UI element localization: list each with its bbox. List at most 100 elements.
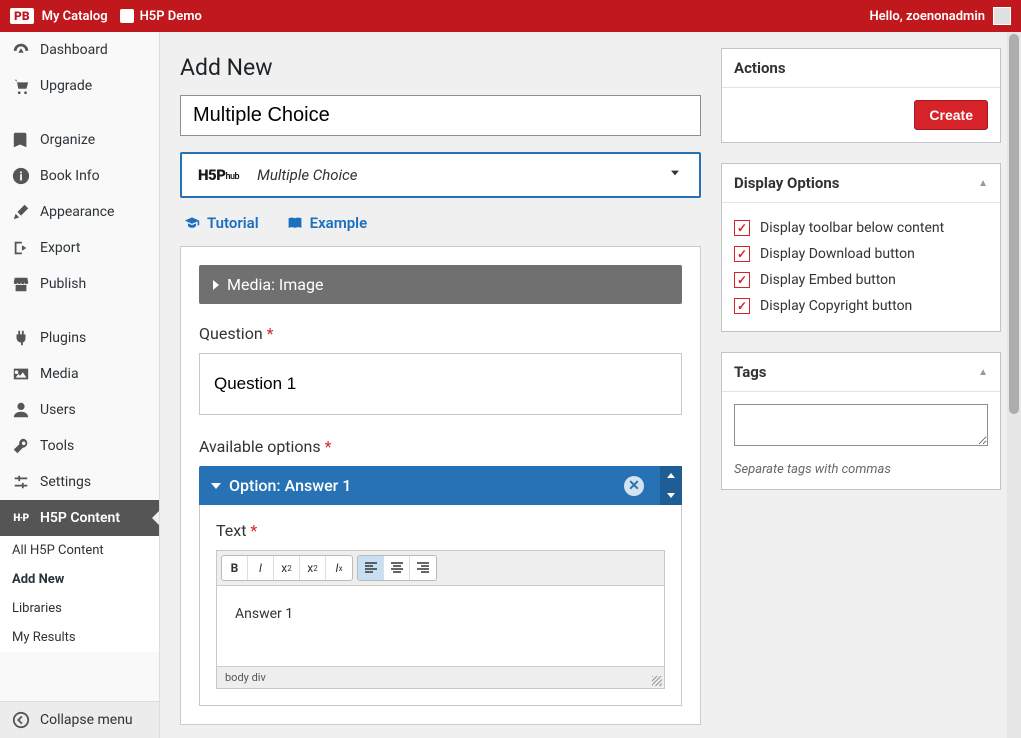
collapse-menu-button[interactable]: Collapse menu <box>0 701 159 738</box>
align-left-button[interactable] <box>358 556 384 580</box>
tutorial-link[interactable]: Tutorial <box>184 214 259 232</box>
content-title-input[interactable] <box>180 95 701 136</box>
collapse-label: Collapse menu <box>40 712 133 728</box>
sidebar-item-media[interactable]: Media <box>0 356 159 392</box>
subscript-button[interactable]: x2 <box>274 556 300 580</box>
display-option-label: Display Embed button <box>760 272 896 288</box>
greeting-text[interactable]: Hello, zoenonadmin <box>869 9 985 24</box>
example-link[interactable]: Example <box>287 214 368 232</box>
gauge-icon <box>12 41 30 59</box>
sidebar-subitem[interactable]: All H5P Content <box>0 536 159 565</box>
media-section-toggle[interactable]: Media: Image <box>199 265 682 304</box>
pb-logo[interactable]: PB <box>10 8 34 24</box>
hub-selected-type: Multiple Choice <box>257 166 357 184</box>
actions-heading: Actions <box>722 49 1000 88</box>
sidebar-item-label: Users <box>40 402 76 418</box>
sidebar-item-label: Publish <box>40 276 86 292</box>
collapse-icon <box>12 711 30 729</box>
italic-button[interactable]: I <box>248 556 274 580</box>
display-option-row: ✓ Display toolbar below content <box>734 215 988 241</box>
h5p-hub-logo: H5Phub <box>198 166 239 184</box>
sidebar-subitem[interactable]: My Results <box>0 623 159 652</box>
plug-icon <box>12 329 30 347</box>
tags-heading[interactable]: Tags ▲ <box>722 353 1000 392</box>
resize-handle[interactable] <box>652 676 662 686</box>
superscript-button[interactable]: x2 <box>300 556 326 580</box>
remove-option-button[interactable]: ✕ <box>624 476 644 496</box>
editor-content-area[interactable]: Answer 1 <box>217 586 664 666</box>
sidebar-subitem[interactable]: Add New <box>0 565 159 594</box>
sidebar-item-appearance[interactable]: Appearance <box>0 194 159 230</box>
my-catalog-link[interactable]: My Catalog <box>42 9 108 24</box>
sidebar-item-label: Tools <box>40 438 74 454</box>
sidebar-item-publish[interactable]: Publish <box>0 266 159 302</box>
chevron-down-icon <box>667 165 683 185</box>
display-option-label: Display Download button <box>760 246 915 262</box>
caret-right-icon <box>213 280 219 290</box>
editor-element-path: body div <box>217 666 664 688</box>
open-book-icon <box>287 215 303 231</box>
cart-icon <box>12 77 30 95</box>
sidebar-item-label: Organize <box>40 132 95 148</box>
media-icon <box>12 365 30 383</box>
sidebar-item-label: Appearance <box>40 204 114 220</box>
rich-text-editor: B I x2 x2 Ix <box>216 550 665 689</box>
scrollbar-thumb[interactable] <box>1009 34 1019 414</box>
brush-icon <box>12 203 30 221</box>
sidebar-item-plugins[interactable]: Plugins <box>0 320 159 356</box>
bold-button[interactable]: B <box>222 556 248 580</box>
sidebar-item-dashboard[interactable]: Dashboard <box>0 32 159 68</box>
export-icon <box>12 239 30 257</box>
sidebar-subitem[interactable]: Libraries <box>0 594 159 623</box>
question-label: Question * <box>199 324 682 343</box>
create-button[interactable]: Create <box>914 100 988 130</box>
editor-toolbar: B I x2 x2 Ix <box>217 551 664 586</box>
option-header[interactable]: Option: Answer 1 ✕ <box>199 466 682 505</box>
sidebar-item-label: Settings <box>40 474 91 490</box>
display-option-label: Display toolbar below content <box>760 220 944 236</box>
tags-input[interactable] <box>734 404 988 446</box>
sidebar-item-organize[interactable]: Organize <box>0 122 159 158</box>
align-center-button[interactable] <box>384 556 410 580</box>
sidebar-item-settings[interactable]: Settings <box>0 464 159 500</box>
wrench-icon <box>12 437 30 455</box>
move-up-button[interactable] <box>660 466 682 486</box>
user-avatar[interactable] <box>993 7 1011 25</box>
sidebar-item-tools[interactable]: Tools <box>0 428 159 464</box>
caret-down-icon <box>211 483 221 489</box>
sidebar-item-bookinfo[interactable]: Book Info <box>0 158 159 194</box>
sidebar-item-h5p-content[interactable]: H·P H5P Content <box>0 500 159 536</box>
page-scrollbar[interactable] <box>1007 32 1021 738</box>
display-option-row: ✓ Display Download button <box>734 241 988 267</box>
h5p-hub-selector[interactable]: H5Phub Multiple Choice <box>180 152 701 198</box>
book-icon <box>12 131 30 149</box>
sliders-icon <box>12 473 30 491</box>
checkbox[interactable]: ✓ <box>734 298 750 314</box>
store-icon <box>12 275 30 293</box>
sidebar-item-label: H5P Content <box>40 510 120 526</box>
checkbox[interactable]: ✓ <box>734 220 750 236</box>
sidebar-item-users[interactable]: Users <box>0 392 159 428</box>
book-title-link[interactable]: H5P Demo <box>140 9 202 24</box>
display-options-box: Display Options ▲ ✓ Display toolbar below… <box>721 163 1001 332</box>
move-down-button[interactable] <box>660 486 682 506</box>
sidebar-item-label: Plugins <box>40 330 86 346</box>
sidebar-item-label: Media <box>40 366 79 382</box>
checkbox[interactable]: ✓ <box>734 246 750 262</box>
display-options-heading[interactable]: Display Options ▲ <box>722 164 1000 203</box>
align-right-button[interactable] <box>410 556 436 580</box>
help-links: Tutorial Example <box>180 214 701 232</box>
h5p-icon: H·P <box>12 509 30 527</box>
clear-format-button[interactable]: Ix <box>326 556 352 580</box>
question-input[interactable] <box>199 353 682 415</box>
text-field-label: Text * <box>216 521 665 540</box>
collapse-toggle-icon: ▲ <box>978 178 988 189</box>
option-header-label: Option: Answer 1 <box>229 476 351 495</box>
media-section-label: Media: Image <box>227 275 323 294</box>
sidebar-item-label: Dashboard <box>40 42 108 58</box>
checkbox[interactable]: ✓ <box>734 272 750 288</box>
info-icon <box>12 167 30 185</box>
sidebar-item-export[interactable]: Export <box>0 230 159 266</box>
sidebar-item-upgrade[interactable]: Upgrade <box>0 68 159 104</box>
display-option-label: Display Copyright button <box>760 298 912 314</box>
